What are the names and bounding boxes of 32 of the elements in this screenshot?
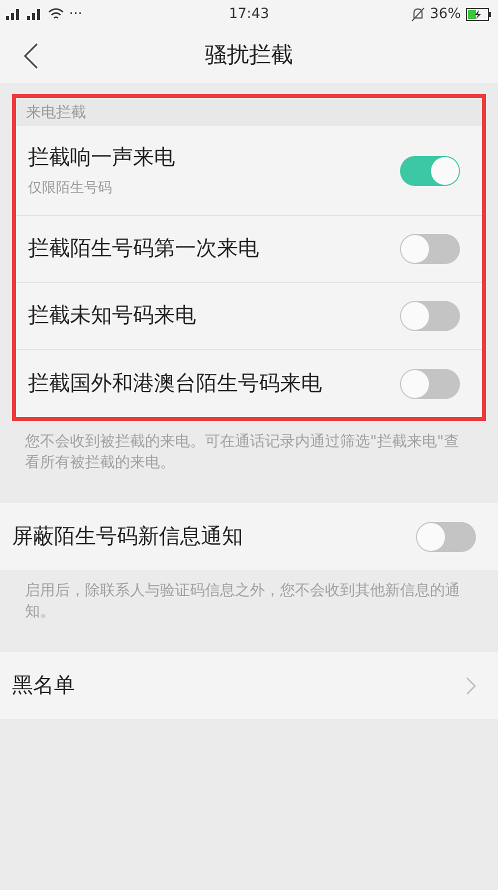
section-header: 来电拦截 bbox=[26, 102, 86, 123]
section-note: 启用后，除联系人与验证码信息之外，您不会收到其他新信息的通知。 bbox=[24, 580, 461, 622]
chevron-right-icon bbox=[466, 676, 476, 694]
settings-row[interactable]: 黑名单 bbox=[0, 652, 498, 719]
toggle-switch[interactable] bbox=[416, 522, 476, 552]
settings-row[interactable]: 拦截国外和港澳台陌生号码来电 bbox=[16, 350, 482, 417]
bell-off-icon bbox=[410, 6, 425, 22]
row-label: 黑名单 bbox=[12, 672, 75, 699]
row-label: 拦截未知号码来电 bbox=[28, 302, 196, 330]
page-title: 骚扰拦截 bbox=[205, 42, 293, 70]
battery-charging-icon bbox=[466, 8, 492, 20]
status-more: ··· bbox=[69, 4, 82, 24]
section-note: 您不会收到被拦截的来电。可在通话记录内通过筛选"拦截来电"查看所有被拦截的来电。 bbox=[24, 431, 460, 473]
row-sublabel: 仅限陌生号码 bbox=[28, 178, 113, 198]
row-label: 拦截国外和港澳台陌生号码来电 bbox=[28, 370, 322, 397]
settings-row[interactable]: 拦截未知号码来电 bbox=[16, 283, 482, 350]
settings-row[interactable]: 屏蔽陌生号码新信息通知 bbox=[0, 503, 498, 570]
toggle-switch[interactable] bbox=[400, 368, 460, 398]
toggle-switch[interactable] bbox=[400, 156, 460, 186]
row-label: 拦截响一声来电 bbox=[28, 144, 175, 172]
battery-percent: 36% bbox=[430, 4, 461, 24]
settings-row[interactable]: 拦截陌生号码第一次来电 bbox=[16, 216, 482, 283]
row-label: 屏蔽陌生号码新信息通知 bbox=[12, 522, 243, 550]
wifi-icon bbox=[48, 8, 64, 20]
settings-row[interactable]: 拦截响一声来电 仅限陌生号码 bbox=[16, 126, 482, 216]
signal-icon bbox=[6, 8, 22, 20]
status-time: 17:43 bbox=[228, 4, 270, 24]
toggle-switch[interactable] bbox=[400, 301, 460, 331]
toggle-switch[interactable] bbox=[400, 234, 460, 264]
row-label: 拦截陌生号码第一次来电 bbox=[28, 235, 259, 262]
back-icon[interactable] bbox=[24, 42, 38, 68]
signal-icon bbox=[27, 8, 43, 20]
